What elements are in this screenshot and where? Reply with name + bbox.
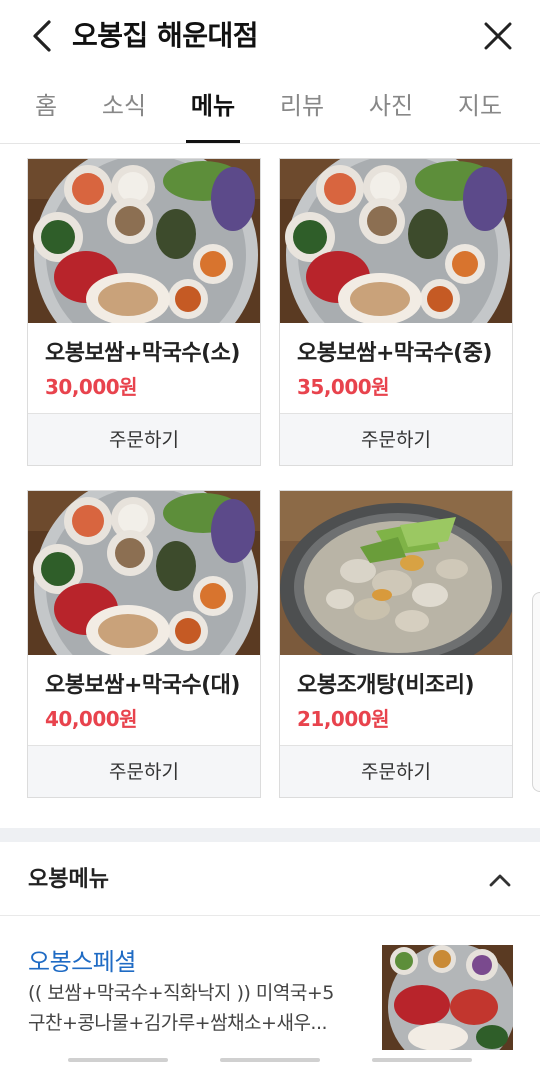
side-scroll-handle[interactable] (532, 592, 540, 792)
clam-soup-photo (280, 491, 512, 655)
chevron-left-icon (33, 20, 51, 52)
menu-card[interactable]: 오봉보쌈+막국수(중) 35,000원 주문하기 (279, 158, 513, 466)
chevron-up-icon (489, 874, 511, 887)
collapse-button[interactable] (484, 864, 516, 896)
menu-item-name: 오봉조개탕(비조리) (297, 673, 475, 698)
nav-pill[interactable] (220, 1058, 320, 1062)
menu-card[interactable]: 오봉조개탕(비조리) 21,000원 주문하기 (279, 490, 513, 798)
nav-pill[interactable] (68, 1058, 168, 1062)
tab-news[interactable]: 소식 (96, 72, 152, 144)
menu-list-item[interactable]: 오봉스페셜 (( 보쌈+막국수+직화낙지 )) 미역국+5 구찬+콩나물+김가루… (0, 916, 540, 1071)
menu-card[interactable]: 오봉보쌈+막국수(대) 40,000원 주문하기 (27, 490, 261, 798)
menu-item-price: 40,000원 (45, 707, 138, 731)
bossam-platter-photo (280, 159, 512, 323)
special-platter-photo (382, 945, 513, 1050)
menu-item-name: 오봉보쌈+막국수(중) (297, 341, 492, 366)
menu-item-price: 35,000원 (297, 375, 390, 399)
bossam-platter-photo (28, 159, 260, 323)
description-line: 구찬+콩나물+김가루+쌈채소+새우... (28, 1012, 328, 1034)
menu-card[interactable]: 오봉보쌈+막국수(소) 30,000원 주문하기 (27, 158, 261, 466)
description-line: (( 보쌈+막국수+직화낙지 )) 미역국+5 (28, 982, 334, 1004)
tab-reviews[interactable]: 리뷰 (274, 72, 330, 144)
menu-item-price: 30,000원 (45, 375, 138, 399)
order-button[interactable]: 주문하기 (280, 413, 512, 465)
nav-pill[interactable] (372, 1058, 472, 1062)
back-button[interactable] (22, 14, 62, 58)
section-divider (0, 828, 540, 842)
menu-item-name: 오봉보쌈+막국수(소) (45, 341, 240, 366)
close-button[interactable] (478, 14, 518, 58)
close-icon (484, 22, 512, 50)
app-header: 오봉집 해운대점 (0, 0, 540, 72)
order-button[interactable]: 주문하기 (280, 745, 512, 797)
menu-item-description: (( 보쌈+막국수+직화낙지 )) 미역국+5 구찬+콩나물+김가루+쌈채소+새… (28, 978, 368, 1038)
bossam-platter-photo (28, 491, 260, 655)
menu-section-header[interactable]: 오봉메뉴 (0, 842, 540, 916)
page-title: 오봉집 해운대점 (72, 19, 259, 52)
menu-item-price: 21,000원 (297, 707, 390, 731)
menu-item-name: 오봉보쌈+막국수(대) (45, 673, 240, 698)
section-title: 오봉메뉴 (28, 867, 109, 892)
tab-map[interactable]: 지도 (452, 72, 508, 144)
order-button[interactable]: 주문하기 (28, 413, 260, 465)
system-nav-bar (0, 1050, 540, 1071)
tab-bar: 홈 소식 메뉴 리뷰 사진 지도 (0, 72, 540, 144)
tab-home[interactable]: 홈 (24, 72, 68, 144)
active-tab-indicator (186, 140, 240, 143)
order-button[interactable]: 주문하기 (28, 745, 260, 797)
tab-photos[interactable]: 사진 (363, 72, 419, 144)
tab-menu[interactable]: 메뉴 (185, 72, 241, 144)
menu-item-name[interactable]: 오봉스페셜 (28, 942, 136, 977)
